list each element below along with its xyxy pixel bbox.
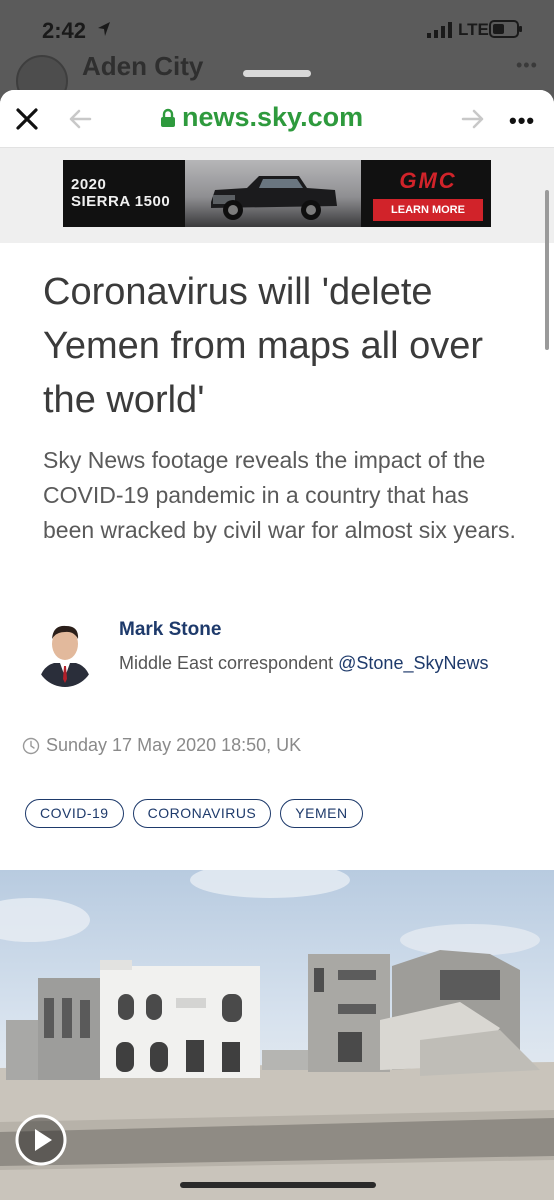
- ad-banner-area: 2020 SIERRA 1500 GMC LEARN MORE: [0, 148, 554, 243]
- truck-image: [211, 176, 337, 220]
- author-name[interactable]: Mark Stone: [119, 619, 221, 641]
- signal-icon: [427, 22, 452, 38]
- forward-arrow-icon[interactable]: [461, 108, 485, 130]
- lock-icon: [161, 108, 175, 127]
- play-icon[interactable]: [14, 1113, 68, 1167]
- address-bar[interactable]: news.sky.com: [160, 102, 363, 133]
- article-tags: COVID-19 CORONAVIRUS YEMEN: [25, 799, 363, 828]
- status-time: 2:42: [42, 18, 87, 43]
- article-standfirst: Sky News footage reveals the impact of t…: [43, 447, 516, 543]
- tag-yemen[interactable]: YEMEN: [280, 799, 363, 828]
- ad-model-name: SIERRA 1500: [71, 193, 171, 210]
- video-thumbnail: [0, 870, 554, 1200]
- article-headline: Coronavirus will 'delete Yemen from maps…: [43, 271, 484, 421]
- battery-icon: [489, 20, 522, 38]
- article-date-text: Sunday 17 May 2020 18:50, UK: [46, 735, 302, 755]
- author-avatar: [36, 617, 94, 687]
- clock-icon: [22, 737, 40, 754]
- tag-covid-19[interactable]: COVID-19: [25, 799, 124, 828]
- author-twitter-handle[interactable]: @Stone_SkyNews: [338, 653, 488, 673]
- gmc-ad-banner[interactable]: 2020 SIERRA 1500 GMC LEARN MORE: [63, 160, 491, 227]
- ad-learn-more-button[interactable]: LEARN MORE: [373, 199, 483, 221]
- browser-toolbar: news.sky.com •••: [0, 90, 554, 148]
- location-arrow-icon: [98, 22, 110, 36]
- article-video[interactable]: [0, 870, 554, 1200]
- back-arrow-icon[interactable]: [68, 108, 92, 130]
- author-role: Middle East correspondent @Stone_SkyNews: [119, 653, 488, 674]
- network-type: LTE: [458, 20, 489, 39]
- background-app-title: Aden City: [82, 51, 204, 81]
- gmc-logo: GMC: [399, 168, 457, 193]
- ad-model-year: 2020: [71, 176, 107, 193]
- home-indicator[interactable]: [180, 1182, 376, 1188]
- article-date: Sunday 17 May 2020 18:50, UK: [22, 735, 301, 756]
- in-app-browser: news.sky.com ••• 2020 SIERRA 1500 GMC LE…: [0, 90, 554, 1200]
- scrollbar[interactable]: [545, 190, 549, 350]
- background-more-icon: •••: [516, 55, 538, 75]
- close-icon[interactable]: [14, 106, 40, 132]
- url-text: news.sky.com: [182, 102, 364, 132]
- ad-model: 2020 SIERRA 1500: [71, 176, 170, 210]
- tag-coronavirus[interactable]: CORONAVIRUS: [132, 799, 272, 828]
- more-icon[interactable]: •••: [509, 108, 535, 134]
- sheet-grabber[interactable]: [243, 70, 311, 77]
- author-role-text: Middle East correspondent: [119, 653, 334, 673]
